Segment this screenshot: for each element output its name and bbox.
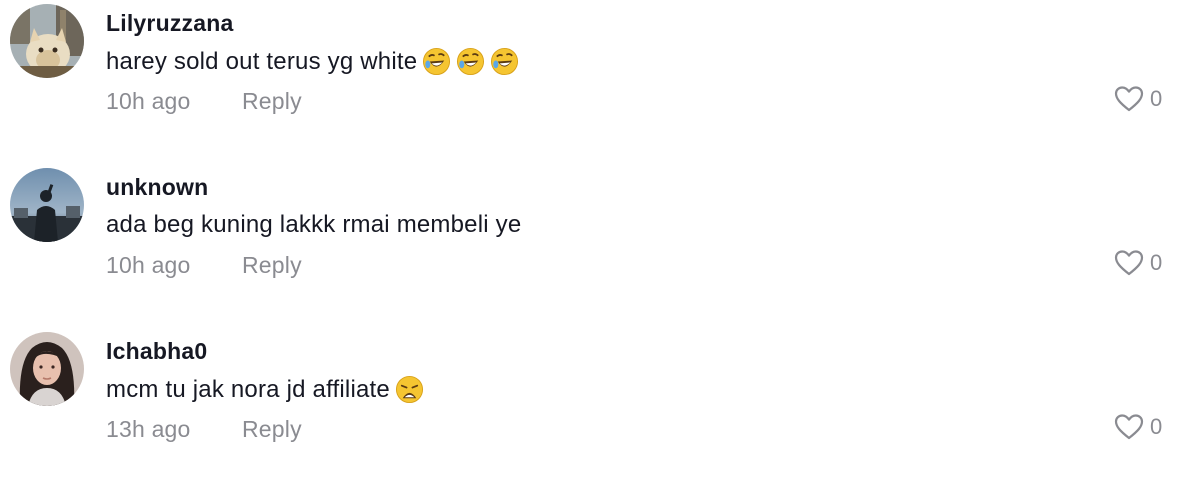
cat-avatar-image [10,4,84,78]
like-count: 0 [1150,414,1163,439]
like-button[interactable]: 0 [1114,249,1162,277]
comment-text: ada beg kuning lakkk rmai membeli ye [106,211,521,239]
comment-item: unknown ada beg kuning lakkk rmai membel… [0,164,1200,314]
like-count: 0 [1150,250,1163,275]
comment-item: Lilyruzzana harey sold out terus yg whit… [0,0,1200,150]
comment-username[interactable]: unknown [106,174,208,201]
comment-text-content: harey sold out terus yg white [106,47,418,75]
woman-avatar-image [10,332,84,406]
like-button[interactable]: 0 [1114,413,1162,441]
comment-text: mcm tu jak nora jd affiliate [106,375,424,404]
heart-icon [1114,86,1144,112]
heart-icon [1114,250,1144,276]
avatar[interactable] [10,4,84,78]
like-count: 0 [1150,86,1163,111]
reply-button[interactable]: Reply [242,416,302,443]
comment-timestamp: 10h ago [106,88,191,114]
rolling-on-floor-laughing-emoji [457,47,485,76]
avatar[interactable] [10,168,84,242]
comment-username[interactable]: Lilyruzzana [106,10,233,37]
silhouette-avatar-image [10,168,84,242]
reply-button[interactable]: Reply [242,88,302,115]
comment-username[interactable]: Ichabha0 [106,338,207,365]
avatar[interactable] [10,332,84,406]
comment-text-content: mcm tu jak nora jd affiliate [106,375,390,403]
reply-button[interactable]: Reply [242,252,302,279]
weary-face-emoji [395,375,423,404]
heart-icon [1114,414,1144,440]
like-button[interactable]: 0 [1114,85,1162,113]
rolling-on-floor-laughing-emoji [491,47,519,76]
comment-text-content: ada beg kuning lakkk rmai membeli ye [106,211,522,238]
comment-text: harey sold out terus yg white [106,47,519,76]
comment-timestamp: 10h ago [106,252,191,278]
comment-item: Ichabha0 mcm tu jak nora jd affiliate 13… [0,328,1200,478]
comment-timestamp: 13h ago [106,416,191,442]
rolling-on-floor-laughing-emoji [423,47,451,76]
